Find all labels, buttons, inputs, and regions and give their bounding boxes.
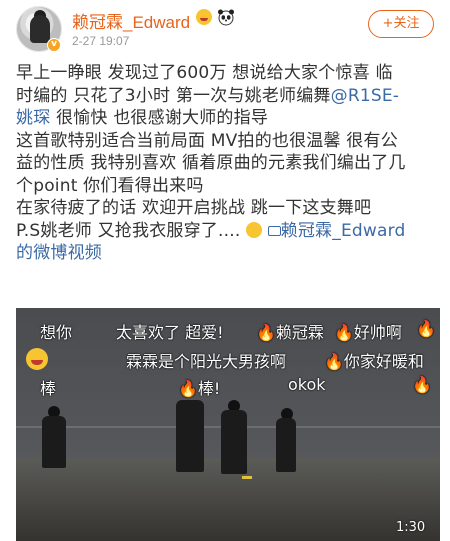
dancer-1 — [42, 416, 66, 468]
danmaku-2: 太喜欢了 超爱! — [116, 323, 224, 342]
video-link-icon — [267, 225, 281, 236]
mention-link[interactable]: @R1SE- — [331, 86, 400, 106]
post-line-3-text: 很愉快 也很感谢大师的指导 — [50, 108, 269, 128]
post-line-4: 这首歌特别适合当前局面 MV拍的也很温馨 很有公 — [16, 130, 398, 151]
danmaku-3: 🔥赖冠霖 — [256, 323, 324, 342]
danmaku-emoji-icon — [26, 348, 48, 370]
danmaku-5: 🔥 — [416, 319, 436, 338]
floor-tape — [242, 476, 252, 479]
username[interactable]: 赖冠霖_Edward — [72, 8, 190, 33]
video-link[interactable]: 赖冠霖_Edward — [267, 220, 406, 241]
video-duration: 1:30 — [396, 520, 426, 535]
post-line-6: 个point 你们看得出来吗 — [16, 175, 204, 196]
post-line-2: 时编的 只花了3小时 第一次与姚老师编舞@R1SE- — [16, 85, 440, 108]
dancer-2 — [176, 400, 204, 472]
danmaku-9: 🔥棒! — [178, 379, 221, 398]
danmaku-7: 🔥你家好暖和 — [324, 352, 424, 371]
danmaku-8: 棒 — [40, 379, 57, 398]
danmaku-6: 霖霖是个阳光大男孩啊 — [126, 352, 287, 371]
avatar-figure — [30, 15, 50, 43]
danmaku-11: 🔥 — [412, 375, 432, 394]
post-line-8-text: P.S姚老师 又抢我衣服穿了.... — [16, 220, 241, 241]
follow-button[interactable]: +关注 — [368, 10, 434, 38]
verified-badge-icon: v — [47, 38, 61, 52]
post-line-5: 益的性质 我特别喜欢 循着原曲的元素我们编出了几 — [16, 153, 406, 173]
post-line-3: 姚琛 很愉快 也很感谢大师的指导 — [16, 107, 440, 130]
dancer-3 — [221, 410, 247, 474]
danmaku-10: okok — [288, 375, 326, 394]
post-text: 早上一睁眼 发现过了600万 想说给大家个惊喜 临 时编的 只花了3小时 第一次… — [16, 62, 440, 265]
danmaku-1: 想你 — [40, 323, 73, 342]
post-line-1: 早上一睁眼 发现过了600万 想说给大家个惊喜 临 — [16, 63, 393, 83]
video-link-text: 赖冠霖_Edward — [280, 220, 406, 241]
grin-emoji-icon — [246, 221, 263, 238]
panda-icon — [218, 9, 234, 26]
video-link-suffix[interactable]: 的微博视频 — [16, 242, 440, 265]
post-line-8: P.S姚老师 又抢我衣服穿了.... 赖冠霖_Edward — [16, 220, 440, 243]
danmaku-4: 🔥好帅啊 — [334, 323, 402, 342]
dancer-4 — [276, 418, 296, 472]
post-time: 2-27 19:07 — [72, 34, 130, 48]
post-line-7: 在家待疲了的话 欢迎开启挑战 跳一下这支舞吧 — [16, 198, 372, 218]
laughing-face-icon — [196, 9, 212, 25]
post-line-2-text: 时编的 只花了3小时 第一次与姚老师编舞 — [16, 85, 331, 106]
mention-link-cont[interactable]: 姚琛 — [16, 108, 50, 128]
post-header: v 赖冠霖_Edward 2-27 19:07 +关注 — [0, 0, 450, 58]
video-player[interactable]: 想你 太喜欢了 超爱! 🔥赖冠霖 🔥好帅啊 🔥 霖霖是个阳光大男孩啊 🔥你家好暖… — [16, 308, 440, 541]
